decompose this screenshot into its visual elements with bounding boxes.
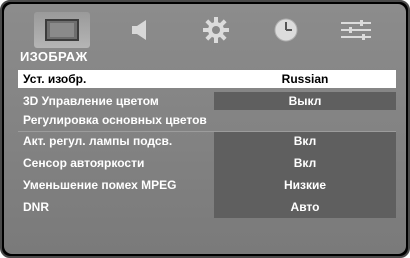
row-value: Авто [290,200,320,214]
sound-tab-icon [132,20,146,40]
row-label: Уменьшение помех MPEG [23,178,177,192]
row-value: Низкие [283,178,327,192]
row-label: Акт. регул. лампы подсв. [23,134,173,148]
menu-row-primary-color-adjust[interactable]: Регулировка основных цветов [18,111,396,129]
menu-row-mpeg-nr[interactable]: Уменьшение помех MPEG Низкие [18,176,396,194]
menu-row-3d-color[interactable]: 3D Управление цветом Выкл [18,92,396,110]
row-label: DNR [23,200,49,214]
tab-options[interactable] [328,12,384,48]
menu-row-picture-mode[interactable]: Уст. изобр. Russian [18,70,396,88]
row-value: Выкл [288,94,322,108]
row-value [214,111,396,129]
tab-picture[interactable] [34,12,90,48]
row-label: Сенсор автояркости [23,156,145,170]
osd-frame: ИЗОБРАЖ Уст. изобр. Russian 3D Управлени… [0,0,410,258]
timer-tab-icon [274,18,298,42]
tab-timer[interactable] [258,12,314,48]
tab-sound[interactable] [114,12,170,48]
options-tab-icon [341,20,371,40]
row-value: Russian [281,72,329,86]
row-value: Вкл [293,156,317,170]
row-label: Уст. изобр. [23,72,87,86]
menu-row-dnr[interactable]: DNR Авто [18,198,396,216]
row-value: Вкл [293,134,317,148]
tab-settings[interactable] [188,12,244,48]
settings-tab-icon [203,17,229,43]
row-label: 3D Управление цветом [23,94,159,108]
menu-tab-bar [4,4,406,50]
menu-row-auto-brightness[interactable]: Сенсор автояркости Вкл [18,154,396,172]
picture-menu: ИЗОБРАЖ Уст. изобр. Russian 3D Управлени… [4,4,406,254]
picture-tab-icon [45,19,79,41]
row-label: Регулировка основных цветов [23,113,207,127]
section-title: ИЗОБРАЖ [20,49,88,64]
menu-row-backlight[interactable]: Акт. регул. лампы подсв. Вкл [18,132,396,150]
